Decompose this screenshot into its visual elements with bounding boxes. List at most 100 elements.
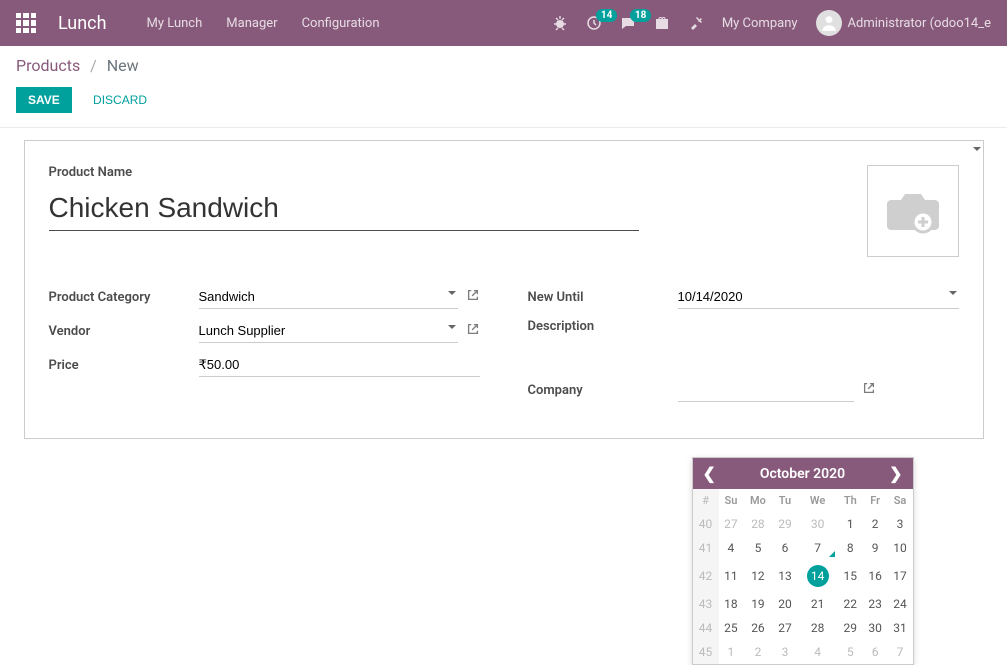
dp-day[interactable]: 29	[838, 616, 863, 640]
dp-day[interactable]: 5	[838, 640, 863, 664]
dp-dow: Fr	[863, 489, 888, 512]
dp-day[interactable]: 14	[797, 560, 838, 592]
vendor-label: Vendor	[49, 324, 199, 339]
dp-dow: Tu	[773, 489, 798, 512]
dp-day[interactable]: 20	[773, 592, 798, 616]
save-button[interactable]: Save	[16, 87, 72, 113]
dp-day[interactable]: 28	[743, 512, 772, 536]
dp-week-num: 40	[693, 512, 719, 536]
menu-manager[interactable]: Manager	[226, 16, 277, 31]
dp-day[interactable]: 1	[838, 512, 863, 536]
dp-day[interactable]: 31	[888, 616, 913, 640]
dp-day[interactable]: 3	[888, 512, 913, 536]
dp-day[interactable]: 2	[863, 512, 888, 536]
dp-day[interactable]: 27	[773, 616, 798, 640]
dp-day[interactable]: 19	[743, 592, 772, 616]
vendor-select[interactable]	[199, 319, 458, 343]
dp-day[interactable]: 2	[743, 640, 772, 664]
dp-day[interactable]: 22	[838, 592, 863, 616]
discuss-icon[interactable]: 18	[620, 15, 636, 31]
dp-day[interactable]: 7	[888, 640, 913, 664]
breadcrumb-sep: /	[90, 56, 97, 75]
dp-day[interactable]: 13	[773, 560, 798, 592]
dp-week-num: 41	[693, 536, 719, 560]
category-select[interactable]	[199, 285, 458, 309]
dp-day[interactable]: 30	[863, 616, 888, 640]
dp-day[interactable]: 18	[719, 592, 744, 616]
dp-day[interactable]: 4	[719, 536, 744, 560]
dp-day[interactable]: 17	[888, 560, 913, 592]
dp-day[interactable]: 25	[719, 616, 744, 640]
control-bar: Products / New Save Discard	[0, 46, 1007, 128]
activities-badge: 14	[596, 9, 617, 22]
dp-day[interactable]: 21	[797, 592, 838, 616]
datepicker-next[interactable]: ❯	[889, 464, 902, 483]
dp-week-num: 42	[693, 560, 719, 592]
discuss-badge: 18	[630, 9, 651, 22]
navbar: Lunch My Lunch Manager Configuration 14 …	[0, 0, 1007, 46]
dp-day[interactable]: 9	[863, 536, 888, 560]
breadcrumb-parent[interactable]: Products	[16, 56, 80, 75]
dp-day[interactable]: 29	[773, 512, 798, 536]
dp-day[interactable]: 6	[863, 640, 888, 664]
main-menu: My Lunch Manager Configuration	[147, 16, 380, 31]
category-external-link[interactable]	[466, 288, 480, 306]
gift-icon[interactable]	[654, 15, 670, 31]
dp-day[interactable]: 26	[743, 616, 772, 640]
dp-day[interactable]: 27	[719, 512, 744, 536]
dp-dow: Su	[719, 489, 744, 512]
dp-day[interactable]: 4	[797, 640, 838, 664]
dp-day[interactable]: 12	[743, 560, 772, 592]
dp-week-num: 45	[693, 640, 719, 664]
dp-day[interactable]: 5	[743, 536, 772, 560]
chevron-down-icon	[973, 147, 981, 151]
dp-day[interactable]: 7	[797, 536, 838, 560]
dp-day[interactable]: 30	[797, 512, 838, 536]
company-external-link[interactable]	[862, 381, 876, 399]
app-title: Lunch	[58, 13, 107, 34]
menu-my-lunch[interactable]: My Lunch	[147, 16, 203, 31]
price-label: Price	[49, 358, 199, 373]
form-sheet: Product Name Product Category	[24, 140, 984, 439]
dp-day[interactable]: 28	[797, 616, 838, 640]
apps-icon[interactable]	[16, 13, 36, 33]
dp-day[interactable]: 8	[838, 536, 863, 560]
discard-button[interactable]: Discard	[81, 87, 159, 113]
breadcrumb-current: New	[107, 56, 139, 75]
dp-dow: Sa	[888, 489, 913, 512]
dp-day[interactable]: 3	[773, 640, 798, 664]
description-label: Description	[528, 319, 678, 334]
dp-day[interactable]: 24	[888, 592, 913, 616]
company-switcher[interactable]: My Company	[722, 16, 798, 31]
datepicker: ❮ October 2020 ❯ #SuMoTuWeThFrSa 4027282…	[692, 457, 914, 665]
dp-day[interactable]: 6	[773, 536, 798, 560]
dp-day[interactable]: 16	[863, 560, 888, 592]
tools-icon[interactable]	[688, 15, 704, 31]
product-name-input[interactable]	[49, 186, 639, 231]
new-until-input[interactable]	[678, 285, 959, 309]
datepicker-title[interactable]: October 2020	[760, 466, 845, 482]
company-name: My Company	[722, 16, 798, 31]
debug-icon[interactable]	[552, 15, 568, 31]
dp-day[interactable]: 15	[838, 560, 863, 592]
dp-dow: We	[797, 489, 838, 512]
dp-week-num: 44	[693, 616, 719, 640]
menu-configuration[interactable]: Configuration	[302, 16, 380, 31]
dp-dow: Mo	[743, 489, 772, 512]
datepicker-prev[interactable]: ❮	[703, 464, 716, 483]
dp-day[interactable]: 11	[719, 560, 744, 592]
dp-day[interactable]: 1	[719, 640, 744, 664]
dp-day[interactable]: 10	[888, 536, 913, 560]
image-upload[interactable]	[867, 165, 959, 257]
company-label: Company	[528, 383, 678, 398]
datepicker-grid: #SuMoTuWeThFrSa 402728293012341456789104…	[693, 489, 913, 664]
external-link-icon	[466, 322, 480, 336]
product-name-label: Product Name	[49, 165, 843, 180]
activities-icon[interactable]: 14	[586, 15, 602, 31]
price-input[interactable]	[199, 353, 480, 377]
external-link-icon	[466, 288, 480, 302]
company-select[interactable]	[678, 378, 854, 402]
dp-day[interactable]: 23	[863, 592, 888, 616]
user-menu[interactable]: Administrator (odoo14_e	[816, 10, 991, 36]
vendor-external-link[interactable]	[466, 322, 480, 340]
